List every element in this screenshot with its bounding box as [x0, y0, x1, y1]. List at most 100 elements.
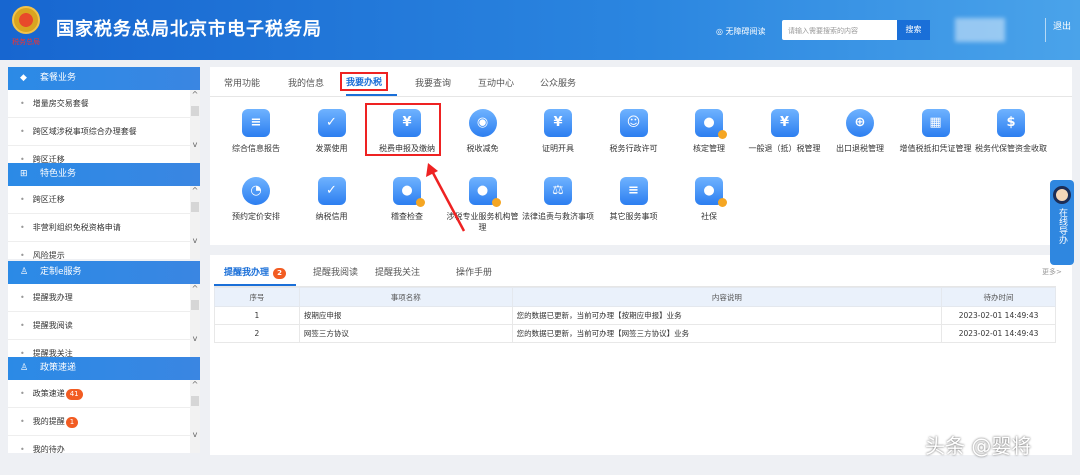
online-guide-button[interactable]: 在线导办: [1050, 180, 1074, 265]
sidebar-item[interactable]: 跨区域涉税事项综合办理套餐: [8, 118, 190, 146]
function-item[interactable]: ▦ 增值税抵扣凭证管理: [898, 109, 974, 154]
column-header: 内容说明: [511, 287, 943, 307]
function-icon: ▦: [921, 109, 950, 137]
table-row[interactable]: 2 网签三方协议 您的数据已更新，当前可办理【网签三方协议】业务 2023-02-01…: [214, 324, 1056, 343]
tab-item[interactable]: 我要查询: [415, 76, 451, 89]
divider: [1045, 18, 1046, 42]
sidebar-item[interactable]: 提醒我阅读: [8, 312, 190, 340]
logout-link[interactable]: 退出: [1053, 19, 1071, 32]
table-cell: 1: [214, 306, 300, 325]
function-icon: ◉: [468, 109, 497, 137]
watermark: 头条 @婴将: [925, 434, 1032, 458]
tab-item[interactable]: 互动中心: [478, 76, 514, 89]
reminder-tab[interactable]: 操作手册: [456, 265, 492, 278]
reminder-tab[interactable]: 提醒我阅读: [313, 265, 358, 278]
function-item[interactable]: ● 核定管理: [671, 109, 747, 154]
function-icon: ●: [695, 109, 727, 139]
tab-item[interactable]: 我的信息: [288, 76, 324, 89]
function-icon: ✓: [317, 177, 346, 205]
sidebar-item[interactable]: 跨区迁移: [8, 146, 190, 163]
function-icon: ●: [695, 177, 727, 207]
accessible-reading-link[interactable]: ◎ 无障碍阅读: [716, 26, 766, 37]
function-icon: ≡: [619, 177, 648, 205]
function-icon: ●: [393, 177, 425, 207]
scrollbar[interactable]: ^ v: [190, 380, 200, 453]
sidebar-section-header[interactable]: ♙ 定制e服务: [8, 261, 200, 284]
count-badge: 2: [273, 268, 287, 279]
sidebar-item[interactable]: 我的待办: [8, 436, 190, 453]
user-icon: ♙: [20, 363, 29, 373]
function-panel: 常用功能 我的信息 我要办税 我要查询 互动中心 公众服务 ≡ 综合信息报告 ✓ 发票使用 ¥ 税费…: [210, 67, 1072, 245]
table-row[interactable]: 1 按期应申报 您的数据已更新，当前可办理【按期应申报】业务 2023-02-01 1…: [214, 306, 1056, 325]
function-item[interactable]: ◔ 预约定价安排: [218, 177, 294, 222]
function-icon: ⊕: [846, 109, 874, 137]
tax-emblem-logo: 税务总局: [8, 6, 44, 50]
tab-item[interactable]: 公众服务: [540, 76, 576, 89]
user-icon: ♙: [20, 267, 29, 277]
function-item[interactable]: ✓ 发票使用: [294, 109, 370, 154]
sidebar-item[interactable]: 风险提示: [8, 242, 190, 259]
function-icon: ◔: [242, 177, 270, 205]
user-info-blurred[interactable]: [955, 18, 1005, 42]
table-cell: 2: [214, 324, 300, 343]
sidebar-section: ◆套餐业务增量房交易套餐跨区域涉税事项综合办理套餐跨区迁移^v: [8, 67, 200, 163]
function-item[interactable]: ≡ 综合信息报告: [218, 109, 294, 154]
function-icon: ⚖: [544, 177, 572, 205]
function-icon: ☺: [619, 109, 648, 137]
tab-item[interactable]: 我要办税: [340, 72, 389, 91]
header: 税务总局 国家税务总局北京市电子税务局 ◎ 无障碍阅读 请输入需要搜索的内容 搜…: [0, 0, 1080, 60]
column-header: 序号: [214, 287, 300, 307]
scrollbar[interactable]: ^ v: [190, 284, 200, 357]
sidebar-section-header[interactable]: ♙ 政策速递: [8, 357, 200, 380]
sidebar-item[interactable]: 提醒我办理: [8, 284, 190, 312]
function-icon: ¥: [770, 109, 799, 137]
sidebar-item[interactable]: 非营利组织免税资格申请: [8, 214, 190, 242]
function-item[interactable]: ● 社保: [671, 177, 747, 222]
avatar-icon: [1053, 186, 1071, 204]
function-icon: ¥: [544, 109, 572, 137]
sidebar-section: ♙定制e服务提醒我办理提醒我阅读提醒我关注^v: [8, 261, 200, 357]
function-item[interactable]: ◉ 税收减免: [445, 109, 521, 154]
search-button[interactable]: 搜索: [897, 20, 930, 40]
function-item[interactable]: ⚖ 法律追责与救济事项: [520, 177, 596, 222]
sidebar-section: ♙政策速递政策速递41我的提醒1我的待办^v: [8, 357, 200, 453]
function-icon: ≡: [242, 109, 270, 137]
scrollbar[interactable]: ^ v: [190, 90, 200, 163]
table-cell: 您的数据已更新，当前可办理【网签三方协议】业务: [511, 324, 943, 343]
sidebar-item[interactable]: 政策速递41: [8, 380, 190, 408]
function-item[interactable]: ≡ 其它服务事项: [596, 177, 672, 222]
more-link[interactable]: 更多>: [1042, 267, 1062, 277]
function-icon: $: [997, 109, 1025, 137]
table-cell: 您的数据已更新，当前可办理【按期应申报】业务: [511, 306, 943, 325]
count-badge: 1: [65, 417, 79, 428]
function-item[interactable]: ✓ 纳税信用: [294, 177, 370, 222]
function-item[interactable]: ☺ 税务行政许可: [596, 109, 672, 154]
function-item[interactable]: ⊕ 出口退税管理: [822, 109, 898, 154]
function-item[interactable]: ¥ 证明开具: [520, 109, 596, 154]
scrollbar[interactable]: ^ v: [190, 186, 200, 259]
search-input[interactable]: 请输入需要搜索的内容: [782, 20, 897, 40]
highlight-box: [365, 103, 441, 156]
tab-item[interactable]: 常用功能: [224, 76, 260, 89]
sidebar-section-header[interactable]: ◆ 套餐业务: [8, 67, 200, 90]
reminder-table: 序号 事项名称 内容说明 待办时间 1 按期应申报 您的数据已更新，当前可办理【按期应申报】…: [214, 287, 1056, 343]
sidebar-item[interactable]: 增量房交易套餐: [8, 90, 190, 118]
function-item[interactable]: $ 税务代保管资金收取: [973, 109, 1049, 154]
sidebar-section: ⊞特色业务跨区迁移非营利组织免税资格申请风险提示^v: [8, 163, 200, 259]
red-arrow-annotation: [426, 163, 466, 232]
column-header: 待办时间: [941, 287, 1056, 307]
function-icon: ✓: [317, 109, 346, 137]
cube-icon: ◆: [20, 73, 27, 83]
sidebar-section-header[interactable]: ⊞ 特色业务: [8, 163, 200, 186]
reminder-tab[interactable]: 提醒我关注: [375, 265, 420, 278]
sidebar-item[interactable]: 跨区迁移: [8, 186, 190, 214]
reminder-tab[interactable]: 提醒我办理 2: [224, 265, 287, 279]
table-cell: 网签三方协议: [298, 324, 513, 343]
sidebar-item[interactable]: 提醒我关注: [8, 340, 190, 357]
sidebar-item[interactable]: 我的提醒1: [8, 408, 190, 436]
column-header: 事项名称: [298, 287, 513, 307]
site-title: 国家税务总局北京市电子税务局: [56, 19, 322, 40]
grid-icon: ⊞: [20, 169, 28, 179]
function-item[interactable]: ¥ 一般退（抵）税管理: [747, 109, 823, 154]
table-cell: 2023-02-01 14:49:43: [941, 324, 1056, 343]
